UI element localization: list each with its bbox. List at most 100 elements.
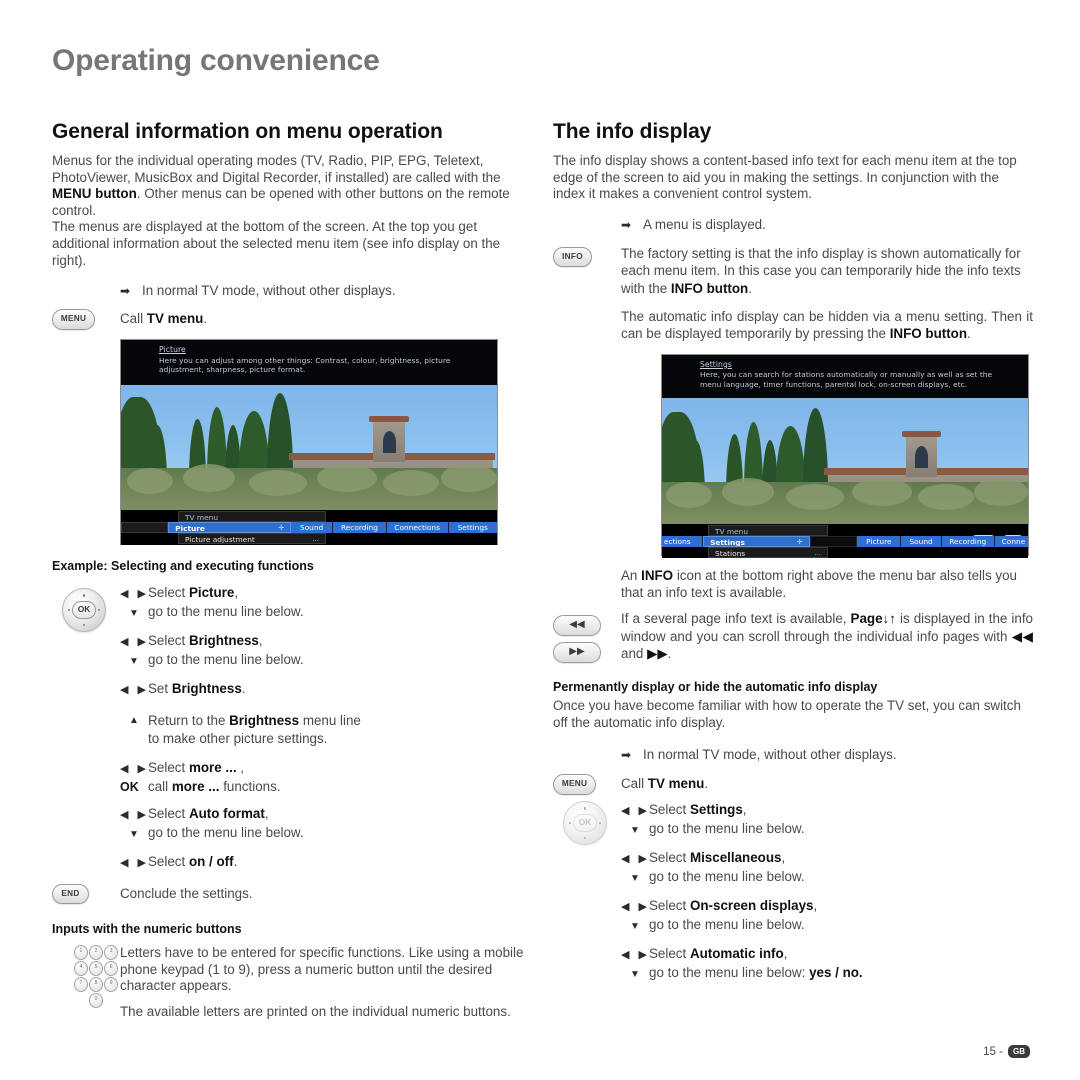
left-right-arrows-icon: ◀ ▶ (120, 809, 149, 822)
more-dots-icon: ... (814, 548, 821, 557)
tv-menu-bar-item-recording[interactable]: Recording (941, 535, 995, 547)
rewind-button-key[interactable]: ◀◀ (553, 614, 601, 636)
right-info-block: INFO The factory setting is that the inf… (553, 245, 1033, 298)
tv-menu-selected-label: Settings (710, 537, 745, 547)
ok-navigation-pad[interactable]: OK (563, 801, 607, 846)
pad-left-dot (68, 608, 71, 612)
right-step-normal-tv: ➡ In normal TV mode, without other displa… (553, 746, 1033, 764)
pad-left-dot (569, 821, 572, 825)
auto-text-pre: The automatic info display can be hidden… (621, 308, 1033, 342)
step-select-settings: ◀ ▶Select Settings, (621, 801, 1033, 820)
numeric-paragraph-1: Letters have to be entered for specific … (120, 945, 524, 994)
return-step-bold: Brightness (229, 713, 300, 729)
language-badge: GB (1008, 1045, 1030, 1058)
menu-button-key[interactable]: MENU (553, 774, 596, 796)
pad-down-dot (583, 836, 587, 840)
num-key-6[interactable]: 6 (104, 961, 119, 976)
num-key-0[interactable]: 0 (88, 993, 104, 1008)
icon-text-pre: An (621, 567, 642, 583)
page-title: Operating convenience (52, 44, 380, 77)
tv-menu-selected-row: ections Settings ✛ Picture Sound Recordi… (662, 535, 1028, 547)
numeric-keypad[interactable]: 1 2 3 4 5 6 7 8 9 0 (74, 945, 119, 1008)
shrub (852, 477, 912, 506)
right-step-menu-displayed: ➡ A menu is displayed. (553, 216, 1033, 234)
tv-info-text: Here, you can search for stations automa… (700, 370, 993, 389)
ok-pad-slot: OK (563, 801, 607, 846)
num-key-7[interactable]: 7 (74, 977, 88, 992)
tv-menu-bar-item-connections[interactable]: Conne (994, 535, 1028, 547)
forward-button-key[interactable]: ▶▶ (553, 641, 601, 663)
return-step-pre: Return to the (148, 713, 230, 729)
forward-glyph-icon: ▶▶ (647, 646, 668, 662)
call-tv-menu-post: . (704, 776, 709, 792)
track-keys-slot: ◀◀ ▶▶ (553, 610, 621, 663)
tv-menu-bar-item-connections[interactable]: Connections (386, 522, 449, 534)
step-select-automatic-info: ◀ ▶Select Automatic info, (621, 945, 1033, 964)
step-post: , (813, 898, 818, 914)
tv-menu-bar-item-recording[interactable]: Recording (333, 522, 387, 534)
step-go-below-3: ▼ go to the menu line below. (621, 916, 1033, 936)
tv-menu-title-row: TV menu (662, 524, 1028, 536)
tv-info-title: Settings (700, 359, 732, 369)
step-text: Set (148, 681, 172, 697)
tv-menu-bar-item-settings[interactable]: Settings (448, 522, 497, 534)
page-scroll-paragraph: If a several page info text is available… (621, 610, 1033, 663)
step-set-brightness: ◀ ▶Set Brightness. (120, 680, 532, 699)
step-select-auto-format: ◀ ▶Select Auto format, (120, 805, 532, 824)
bell-tower-roof (902, 430, 941, 437)
tv-menu-selected-item[interactable]: Settings ✛ (703, 535, 810, 547)
info-button-key[interactable]: INFO (553, 246, 592, 267)
step-text: go to the menu line below: (649, 965, 810, 981)
shrub (722, 477, 774, 506)
left-column: General information on menu operation Me… (52, 120, 532, 1021)
tv-info-bar: Picture Here you can adjust among other … (121, 340, 497, 386)
num-key-5[interactable]: 5 (89, 961, 103, 976)
step-bold: Brightness (188, 633, 259, 649)
num-key-2[interactable]: 2 (89, 945, 103, 960)
num-key-8[interactable]: 8 (89, 977, 103, 992)
tv-menu-sub-row: Picture adjustment ... (121, 533, 497, 545)
step-select-on-off: ◀ ▶Select on / off. (120, 853, 532, 872)
step-post: , (783, 946, 788, 962)
step-text: Select (649, 850, 690, 866)
step-post: . (233, 854, 238, 870)
end-button-key[interactable]: END (52, 884, 89, 905)
tv-menu-title-row: TV menu (121, 511, 497, 523)
step-bold: Settings (689, 802, 743, 818)
call-tv-menu-pre: Call (120, 311, 147, 327)
right-step-menu-displayed-label: A menu is displayed. (643, 216, 766, 232)
info-button-bold: INFO button (889, 326, 968, 342)
info-key-slot: INFO (553, 245, 621, 267)
ok-navigation-pad[interactable]: OK (62, 588, 106, 633)
step-post: , (258, 633, 263, 649)
tv-menu-sub-item[interactable]: Picture adjustment ... (178, 533, 326, 545)
tv-menu-selected-row: Picture ✛ Sound Recording Connections Se… (121, 522, 497, 534)
left-step-call-tv-menu: MENU Call TV menu. (52, 308, 532, 331)
ok-button[interactable]: OK (573, 814, 597, 833)
step-select-more: ◀ ▶Select more ... , (120, 759, 532, 778)
adjust-icon: ✛ (796, 537, 803, 546)
auto-text-post: . (967, 326, 971, 342)
example-heading: Example: Selecting and executing functio… (52, 559, 314, 574)
num-key-4[interactable]: 4 (74, 961, 88, 976)
tv-menu-bar-item-sound[interactable]: Sound (291, 522, 334, 534)
page-text-g: . (667, 646, 672, 662)
left-steps-group-1: OK ◀ ▶Select Picture, ▼ go to the menu li… (52, 584, 532, 699)
menu-button-key[interactable]: MENU (52, 309, 95, 331)
tv-menu-selected-item[interactable]: Picture ✛ (168, 522, 292, 534)
tv-menu-sub-item[interactable]: Stations ... (708, 546, 828, 558)
left-right-arrows-icon: ◀ ▶ (621, 901, 650, 914)
rewind-glyph-icon: ◀◀ (1011, 628, 1033, 644)
num-key-1[interactable]: 1 (74, 945, 88, 960)
ok-button[interactable]: OK (72, 601, 96, 620)
pad-up-dot (583, 807, 587, 810)
step-text: Select (148, 633, 189, 649)
tv-menu-sub-label: Picture adjustment (185, 535, 255, 545)
numeric-paragraph-2: The available letters are printed on the… (120, 1003, 511, 1019)
num-key-3[interactable]: 3 (104, 945, 119, 960)
step-post: functions. (219, 779, 281, 795)
tv-menu-bar-item-connections-cut[interactable]: ections (662, 535, 704, 547)
tv-menu-bar-item-picture[interactable]: Picture (857, 535, 902, 547)
num-key-9[interactable]: 9 (104, 977, 119, 992)
tv-menu-bar-item-sound[interactable]: Sound (901, 535, 942, 547)
